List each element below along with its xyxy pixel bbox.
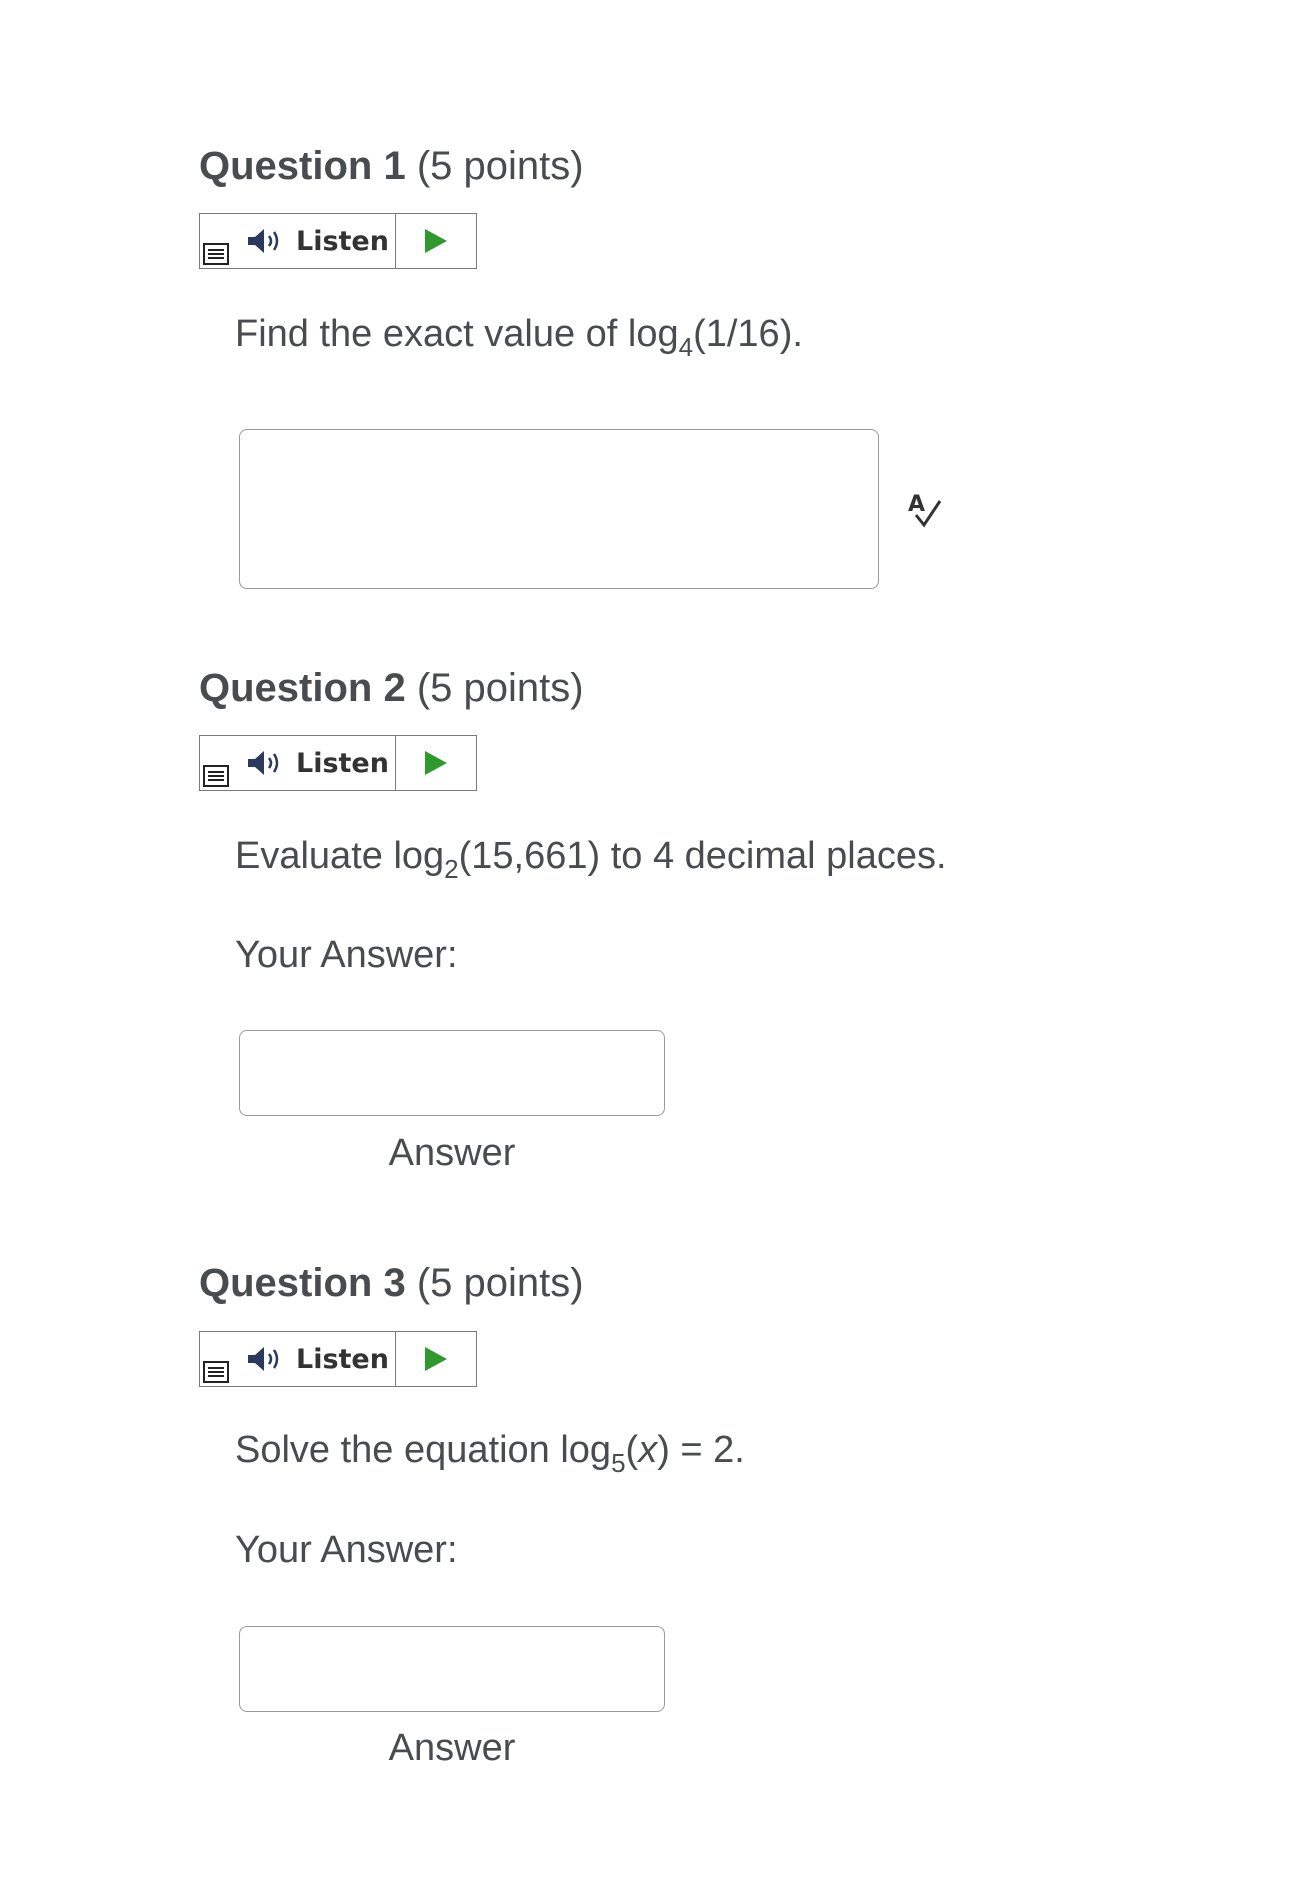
play-icon bbox=[425, 229, 447, 253]
play-icon bbox=[425, 1347, 447, 1371]
question-title: Question 1 (5 points) bbox=[199, 144, 584, 189]
speaker-icon bbox=[248, 751, 279, 775]
spellcheck-icon[interactable]: A bbox=[906, 487, 946, 529]
question-prompt: Evaluate log2(15,661) to 4 decimal place… bbox=[235, 835, 947, 884]
menu-icon bbox=[203, 1361, 229, 1383]
play-button[interactable] bbox=[396, 214, 476, 268]
listen-menu-button[interactable] bbox=[200, 214, 232, 268]
answer-caption: Answer bbox=[388, 1727, 516, 1769]
menu-icon bbox=[203, 243, 229, 265]
listen-label: Listen bbox=[296, 747, 389, 779]
question-title: Question 2 (5 points) bbox=[199, 666, 584, 711]
listen-label: Listen bbox=[296, 225, 389, 257]
answer-caption: Answer bbox=[388, 1132, 516, 1174]
listen-toolbar: Listen bbox=[199, 1331, 477, 1387]
your-answer-label: Your Answer: bbox=[235, 1529, 458, 1571]
short-answer-field[interactable] bbox=[239, 1626, 665, 1712]
question-prompt: Find the exact value of log4(1/16). bbox=[235, 313, 803, 362]
question-prompt: Solve the equation log5(x) = 2. bbox=[235, 1429, 745, 1478]
question-points: (5 points) bbox=[416, 144, 584, 188]
listen-toolbar: Listen bbox=[199, 735, 477, 791]
question-points: (5 points) bbox=[416, 666, 584, 710]
svg-text:A: A bbox=[908, 492, 925, 517]
your-answer-label: Your Answer: bbox=[235, 934, 458, 976]
listen-button[interactable]: Listen bbox=[232, 1332, 396, 1386]
listen-label: Listen bbox=[296, 1343, 389, 1375]
listen-toolbar: Listen bbox=[199, 213, 477, 269]
question-number: Question 2 bbox=[199, 666, 406, 710]
listen-menu-button[interactable] bbox=[200, 1332, 232, 1386]
play-button[interactable] bbox=[396, 736, 476, 790]
play-button[interactable] bbox=[396, 1332, 476, 1386]
speaker-icon bbox=[248, 1347, 279, 1371]
listen-button[interactable]: Listen bbox=[232, 736, 396, 790]
question-points: (5 points) bbox=[416, 1261, 584, 1305]
listen-button[interactable]: Listen bbox=[232, 214, 396, 268]
listen-menu-button[interactable] bbox=[200, 736, 232, 790]
question-number: Question 1 bbox=[199, 144, 406, 188]
question-number: Question 3 bbox=[199, 1261, 406, 1305]
question-title: Question 3 (5 points) bbox=[199, 1261, 584, 1306]
short-answer-field[interactable] bbox=[239, 1030, 665, 1116]
menu-icon bbox=[203, 765, 229, 787]
play-icon bbox=[425, 751, 447, 775]
essay-answer-field[interactable] bbox=[239, 429, 879, 589]
speaker-icon bbox=[248, 229, 279, 253]
